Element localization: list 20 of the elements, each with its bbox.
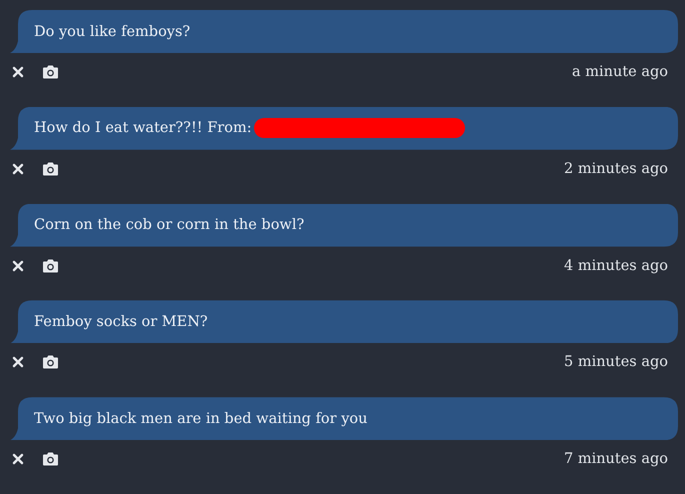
question-text: Two big black men are in bed waiting for you (34, 410, 368, 427)
timestamp: 5 minutes ago (564, 354, 668, 370)
camera-icon[interactable] (42, 452, 59, 466)
question-text: Do you like femboys? (34, 24, 190, 40)
close-icon[interactable] (12, 66, 24, 78)
question-text: How do I eat water??!! From: (34, 120, 252, 136)
question-text: Femboy socks or MEN? (34, 314, 208, 330)
camera-icon[interactable] (42, 162, 59, 176)
camera-icon[interactable] (42, 258, 59, 273)
timestamp: 2 minutes ago (564, 160, 668, 177)
close-icon[interactable] (12, 356, 24, 368)
close-icon[interactable] (12, 260, 24, 272)
timestamp: 7 minutes ago (564, 451, 668, 468)
close-icon[interactable] (12, 453, 24, 466)
close-icon[interactable] (12, 162, 24, 175)
question-text: Corn on the cob or corn in the bowl? (34, 217, 304, 234)
camera-icon[interactable] (42, 65, 59, 79)
timestamp: a minute ago (572, 64, 668, 80)
timestamp: 4 minutes ago (564, 258, 668, 274)
camera-icon[interactable] (42, 355, 59, 370)
